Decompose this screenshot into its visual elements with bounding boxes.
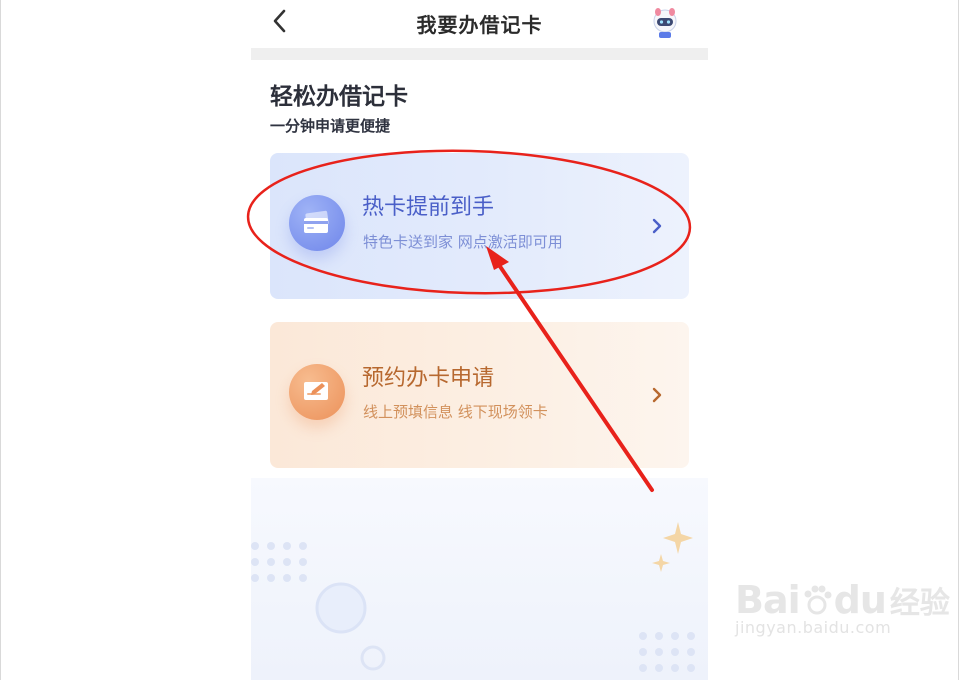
watermark-logo-text-end: du bbox=[833, 578, 887, 622]
decoration-pattern bbox=[251, 522, 695, 672]
bank-card-icon bbox=[289, 195, 345, 251]
card-title: 热卡提前到手 bbox=[362, 195, 495, 220]
card-description: 线上预填信息 线下现场领卡 bbox=[363, 403, 548, 421]
paw-icon bbox=[804, 585, 832, 615]
nav-divider bbox=[251, 48, 708, 60]
card-title: 预约办卡申请 bbox=[362, 366, 495, 391]
baidu-jingyan-watermark: Bai du 经验 jingyan.baidu.com bbox=[735, 578, 950, 637]
hot-card-option[interactable]: 热卡提前到手 特色卡送到家 网点激活即可用 bbox=[270, 153, 689, 299]
section-title: 轻松办借记卡 bbox=[270, 84, 408, 110]
nav-bar: 我要办借记卡 bbox=[251, 0, 708, 48]
chevron-right-icon bbox=[652, 218, 662, 234]
watermark-brand: 经验 bbox=[889, 586, 950, 621]
robot-assistant-icon[interactable] bbox=[649, 6, 681, 40]
frame-border-left bbox=[0, 0, 1, 680]
chevron-right-icon bbox=[652, 387, 662, 403]
form-edit-icon bbox=[289, 364, 345, 420]
card-description: 特色卡送到家 网点激活即可用 bbox=[363, 233, 563, 251]
frame-border-right bbox=[958, 0, 959, 680]
appointment-card-option[interactable]: 预约办卡申请 线上预填信息 线下现场领卡 bbox=[270, 322, 689, 468]
page-title: 我要办借记卡 bbox=[416, 13, 543, 37]
decorative-background bbox=[251, 478, 708, 680]
section-subtitle: 一分钟申请更便捷 bbox=[270, 117, 391, 135]
watermark-logo-text: Bai bbox=[735, 578, 801, 622]
phone-screen: 我要办借记卡 轻松办借记卡 一分钟申请更便捷 热卡提前到手 特色卡送到家 网点激… bbox=[251, 0, 708, 680]
